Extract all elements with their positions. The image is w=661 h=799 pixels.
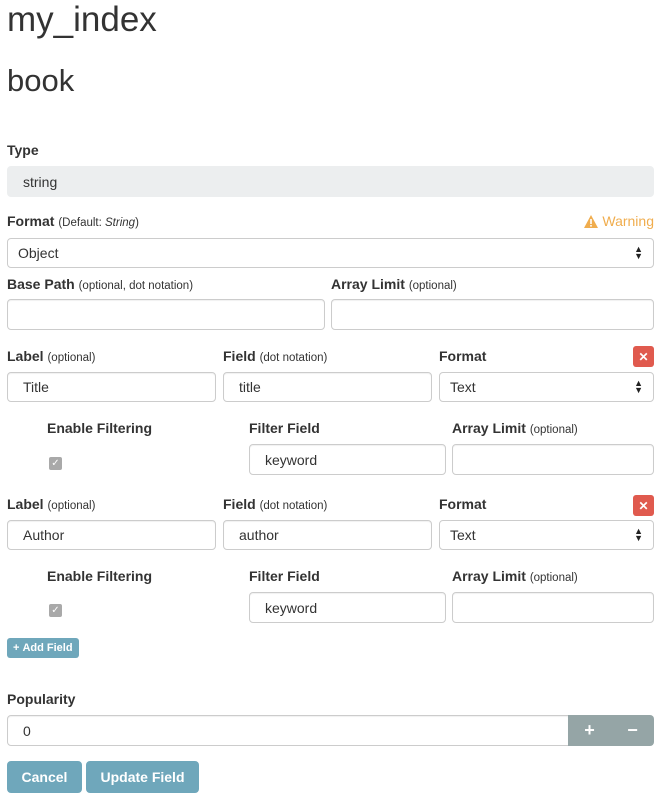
type-value: string bbox=[23, 173, 58, 190]
field-format-select[interactable]: Text ▲ ▼ bbox=[439, 372, 654, 402]
type-label: Type bbox=[7, 142, 39, 158]
field-label-header: Label (optional) bbox=[7, 348, 95, 367]
field-label-header-note: (optional) bbox=[47, 352, 96, 364]
field-path-header: Field (dot notation) bbox=[223, 348, 327, 367]
field-label-header-text: Label bbox=[7, 496, 44, 512]
format-warning[interactable]: Warning bbox=[584, 213, 654, 229]
format-note-default: String bbox=[105, 217, 136, 229]
popularity-input[interactable]: 0 bbox=[7, 715, 569, 746]
popularity-stepper: + − bbox=[568, 715, 654, 746]
format-note: (Default: String) bbox=[58, 217, 139, 229]
field-label-header-text: Label bbox=[7, 348, 44, 364]
field-path-header-text: Field bbox=[223, 496, 256, 512]
check-icon: ✓ bbox=[51, 605, 60, 616]
remove-field-button[interactable]: ✕ bbox=[633, 495, 654, 516]
remove-field-button[interactable]: ✕ bbox=[633, 346, 654, 367]
close-icon: ✕ bbox=[638, 498, 649, 513]
field-format-header: Format bbox=[439, 496, 487, 512]
filter-field-label: Filter Field bbox=[249, 568, 320, 584]
check-icon: ✓ bbox=[51, 458, 60, 469]
format-label-text: Format bbox=[7, 213, 55, 229]
enable-filtering-label: Enable Filtering bbox=[47, 568, 153, 584]
field-path-header-note: (dot notation) bbox=[259, 500, 328, 512]
warning-icon bbox=[584, 214, 599, 228]
index-title: my_index bbox=[7, 0, 157, 39]
field-array-limit-input[interactable] bbox=[452, 444, 654, 475]
field-array-limit-note: (optional) bbox=[529, 424, 578, 436]
field-format-selected: Text bbox=[450, 527, 476, 543]
field-array-limit-label: Array Limit (optional) bbox=[452, 420, 578, 439]
format-label: Format (Default: String) bbox=[7, 213, 139, 232]
array-limit-input[interactable] bbox=[331, 299, 654, 330]
base-path-label: Base Path (optional, dot notation) bbox=[7, 276, 193, 295]
type-field: string bbox=[7, 166, 654, 197]
field-label-input[interactable]: Title bbox=[7, 372, 216, 402]
increment-button[interactable]: + bbox=[568, 715, 611, 746]
base-path-label-text: Base Path bbox=[7, 276, 75, 292]
field-array-limit-label: Array Limit (optional) bbox=[452, 568, 578, 587]
format-select[interactable]: Object ▲ ▼ bbox=[7, 238, 654, 268]
filter-field-label: Filter Field bbox=[249, 420, 320, 436]
enable-filtering-checkbox[interactable]: ✓ bbox=[49, 604, 62, 617]
base-path-note: (optional, dot notation) bbox=[78, 280, 194, 292]
decrement-button[interactable]: − bbox=[611, 715, 654, 746]
select-arrows-icon: ▲ ▼ bbox=[634, 378, 643, 395]
field-array-limit-note: (optional) bbox=[529, 572, 578, 584]
field-path-header-text: Field bbox=[223, 348, 256, 364]
field-format-select[interactable]: Text ▲ ▼ bbox=[439, 520, 654, 550]
update-field-button[interactable]: Update Field bbox=[86, 761, 199, 793]
warning-text: Warning bbox=[602, 213, 654, 229]
field-path-input[interactable]: author bbox=[223, 520, 432, 550]
field-format-header: Format bbox=[439, 348, 487, 364]
field-path-input[interactable]: title bbox=[223, 372, 432, 402]
filter-field-input[interactable]: keyword bbox=[249, 444, 446, 475]
close-icon: ✕ bbox=[638, 349, 649, 364]
enable-filtering-checkbox[interactable]: ✓ bbox=[49, 457, 62, 470]
type-title: book bbox=[7, 63, 75, 98]
add-field-label: Add Field bbox=[22, 642, 73, 654]
plus-icon: + bbox=[13, 642, 20, 654]
format-note-suffix: ) bbox=[135, 217, 139, 229]
format-note-prefix: (Default: bbox=[58, 217, 106, 229]
select-arrows-icon: ▲ ▼ bbox=[634, 244, 643, 261]
array-limit-label-text: Array Limit bbox=[331, 276, 405, 292]
base-path-input[interactable] bbox=[7, 299, 325, 330]
add-field-button[interactable]: + Add Field bbox=[7, 638, 79, 658]
field-label-input[interactable]: Author bbox=[7, 520, 216, 550]
field-format-selected: Text bbox=[450, 379, 476, 395]
enable-filtering-label: Enable Filtering bbox=[47, 420, 153, 436]
field-array-limit-label-text: Array Limit bbox=[452, 420, 526, 436]
field-label-header-note: (optional) bbox=[47, 500, 96, 512]
field-array-limit-input[interactable] bbox=[452, 592, 654, 623]
field-array-limit-label-text: Array Limit bbox=[452, 568, 526, 584]
filter-field-input[interactable]: keyword bbox=[249, 592, 446, 623]
format-selected: Object bbox=[18, 245, 59, 261]
select-arrows-icon: ▲ ▼ bbox=[634, 526, 643, 543]
popularity-label: Popularity bbox=[7, 691, 76, 707]
field-label-header: Label (optional) bbox=[7, 496, 95, 515]
array-limit-note: (optional) bbox=[408, 280, 457, 292]
array-limit-label: Array Limit (optional) bbox=[331, 276, 457, 295]
field-path-header-note: (dot notation) bbox=[259, 352, 328, 364]
field-path-header: Field (dot notation) bbox=[223, 496, 327, 515]
cancel-button[interactable]: Cancel bbox=[7, 761, 82, 793]
